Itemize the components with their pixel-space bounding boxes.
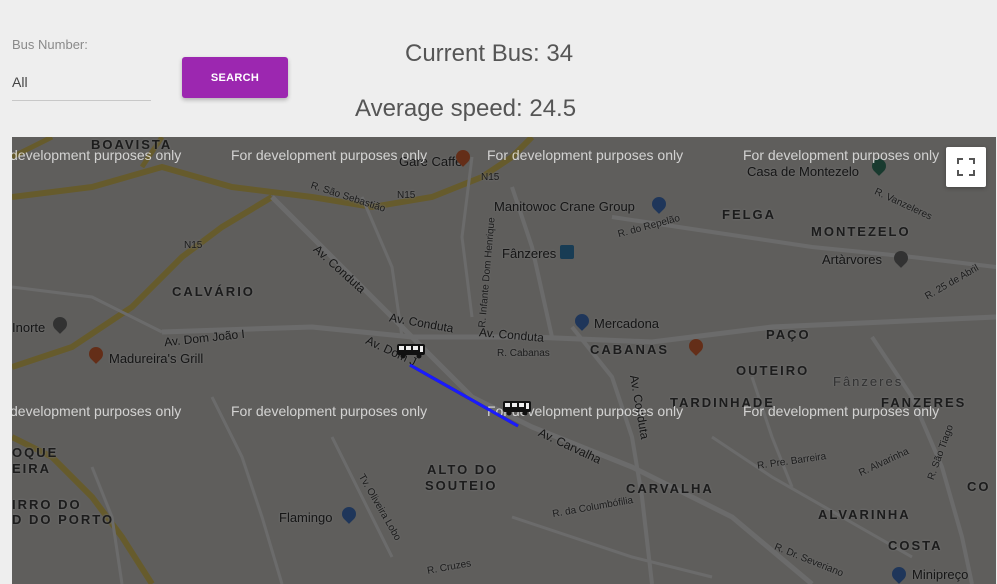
- bus-number-label: Bus Number:: [12, 37, 88, 52]
- bus-icon[interactable]: [396, 343, 426, 359]
- fullscreen-button[interactable]: [946, 147, 986, 187]
- current-bus-text: Current Bus: 34: [405, 40, 574, 67]
- bus-number-value: All: [12, 74, 28, 90]
- search-button[interactable]: SEARCH: [182, 57, 288, 98]
- route-overlay: [409, 363, 519, 428]
- map[interactable]: BOAVISTA CALVÁRIO FELGA MONTEZELO PAÇO C…: [12, 137, 996, 584]
- bus-route-line: [409, 363, 519, 428]
- fullscreen-icon: [957, 158, 975, 176]
- average-speed-text: Average speed: 24.5: [355, 95, 577, 122]
- bus-number-select[interactable]: All: [12, 64, 151, 101]
- bus-icon[interactable]: [502, 400, 532, 416]
